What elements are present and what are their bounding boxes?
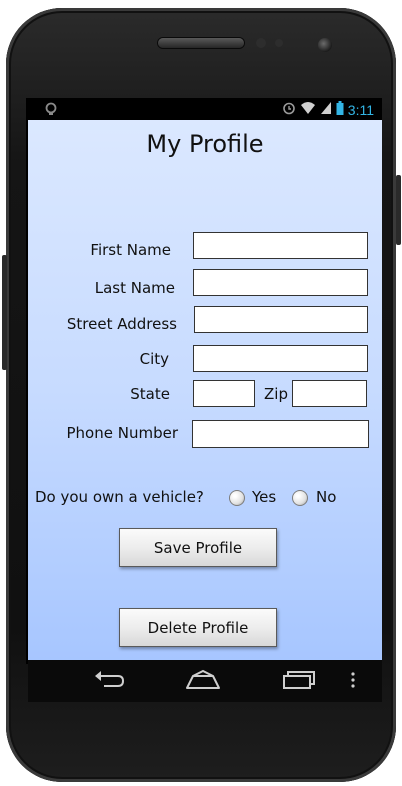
phone-number-field[interactable] xyxy=(192,420,369,448)
vehicle-yes-radio[interactable] xyxy=(229,490,245,506)
wifi-icon xyxy=(300,101,316,119)
vehicle-yes-label[interactable]: Yes xyxy=(252,488,276,506)
last-name-field[interactable] xyxy=(193,269,368,296)
navigation-bar xyxy=(28,660,382,702)
back-icon[interactable] xyxy=(92,668,126,696)
city-field[interactable] xyxy=(193,345,368,372)
zip-field[interactable] xyxy=(292,380,367,407)
signal-icon xyxy=(320,101,332,119)
state-field[interactable] xyxy=(193,380,255,407)
profile-screen: My Profile First Name Last Name Street A… xyxy=(28,120,382,660)
power-button xyxy=(396,175,401,245)
volume-button xyxy=(2,255,7,370)
status-time: 3:11 xyxy=(347,102,374,118)
phone-number-label: Phone Number xyxy=(66,424,179,442)
vehicle-no-radio[interactable] xyxy=(292,490,308,506)
state-label: State xyxy=(130,385,170,403)
street-address-label: Street Address xyxy=(66,315,177,333)
menu-icon[interactable] xyxy=(350,672,356,692)
last-name-label: Last Name xyxy=(94,279,175,297)
battery-icon xyxy=(336,101,344,119)
vehicle-question: Do you own a vehicle? xyxy=(35,488,204,506)
city-label: City xyxy=(139,350,169,368)
vehicle-no-label[interactable]: No xyxy=(316,488,336,506)
page-title: My Profile xyxy=(146,130,264,158)
front-camera xyxy=(318,38,332,52)
street-address-field[interactable] xyxy=(194,306,368,333)
first-name-field[interactable] xyxy=(193,232,368,259)
light-sensor xyxy=(275,39,283,47)
save-profile-button[interactable]: Save Profile xyxy=(119,528,277,567)
zip-label: Zip xyxy=(264,385,288,403)
status-bar: 3:11 xyxy=(28,100,382,120)
recent-apps-icon[interactable] xyxy=(282,668,316,696)
first-name-label: First Name xyxy=(90,241,171,259)
proximity-sensor xyxy=(256,38,266,48)
earpiece-speaker xyxy=(158,38,244,48)
home-icon[interactable] xyxy=(185,668,221,696)
notification-icon xyxy=(44,102,58,116)
alarm-icon xyxy=(282,101,296,119)
delete-profile-button[interactable]: Delete Profile xyxy=(119,608,277,647)
